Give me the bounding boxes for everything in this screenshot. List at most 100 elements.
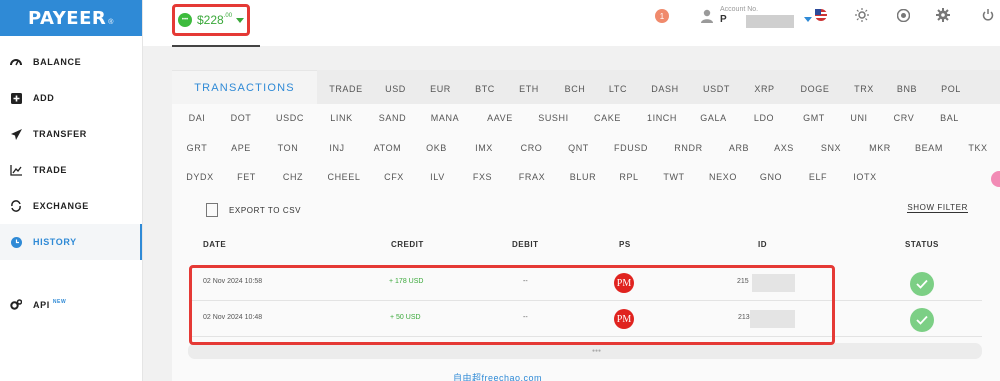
show-filter-link[interactable]: SHOW FILTER bbox=[907, 203, 968, 213]
tab-rpl[interactable]: RPL bbox=[608, 172, 650, 182]
logo[interactable]: PAYEER ® bbox=[0, 0, 142, 36]
tab-beam[interactable]: BEAM bbox=[904, 143, 954, 153]
sidebar-item-label: EXCHANGE bbox=[33, 201, 89, 211]
tab-1inch[interactable]: 1INCH bbox=[635, 113, 689, 123]
sidebar-item-label: TRANSFER bbox=[33, 129, 87, 139]
sidebar-item-exchange[interactable]: EXCHANGE bbox=[0, 188, 142, 224]
tab-cfx[interactable]: CFX bbox=[372, 172, 416, 182]
tab-ilv[interactable]: ILV bbox=[416, 172, 459, 182]
tab-trade[interactable]: TRADE bbox=[317, 84, 375, 94]
sidebar-item-transfer[interactable]: TRANSFER bbox=[0, 116, 142, 152]
tab-dot[interactable]: DOT bbox=[217, 113, 265, 123]
tab-dydx[interactable]: DYDX bbox=[177, 172, 223, 182]
tab-transactions[interactable]: TRANSACTIONS bbox=[172, 70, 317, 104]
tab-cheel[interactable]: CHEEL bbox=[316, 172, 372, 182]
tab-ape[interactable]: APE bbox=[217, 143, 265, 153]
currency-row-2: DAI DOT USDC LINK SAND MANA AAVE SUSHI C… bbox=[177, 106, 971, 130]
tab-elf[interactable]: ELF bbox=[794, 172, 842, 182]
tab-gno[interactable]: GNO bbox=[748, 172, 794, 182]
support-icon[interactable] bbox=[896, 8, 910, 22]
tab-tkx[interactable]: TKX bbox=[954, 143, 1000, 153]
sidebar-item-label: HISTORY bbox=[33, 237, 77, 247]
tab-doge[interactable]: DOGE bbox=[787, 84, 843, 94]
tab-btc[interactable]: BTC bbox=[465, 84, 505, 94]
tab-arb[interactable]: ARB bbox=[716, 143, 762, 153]
tab-ltc[interactable]: LTC bbox=[597, 84, 639, 94]
export-csv-button[interactable]: EXPORT TO CSV bbox=[206, 203, 301, 217]
tab-aave[interactable]: AAVE bbox=[473, 113, 527, 123]
tab-dash[interactable]: DASH bbox=[639, 84, 691, 94]
sidebar-item-api[interactable]: API NEW bbox=[0, 287, 142, 323]
account-menu[interactable]: Account No. P bbox=[700, 6, 813, 28]
tab-bnb[interactable]: BNB bbox=[885, 84, 929, 94]
tab-usd[interactable]: USD bbox=[375, 84, 416, 94]
header-id: ID bbox=[758, 240, 767, 249]
balance-amount: $228.00 bbox=[197, 13, 233, 27]
notification-badge[interactable]: 1 bbox=[655, 9, 669, 23]
tab-crv[interactable]: CRV bbox=[880, 113, 928, 123]
side-tab[interactable] bbox=[991, 171, 1000, 187]
tab-inj[interactable]: INJ bbox=[311, 143, 363, 153]
balance-underline bbox=[172, 45, 260, 47]
tab-xrp[interactable]: XRP bbox=[742, 84, 787, 94]
tab-cro[interactable]: CRO bbox=[507, 143, 556, 153]
tab-dai[interactable]: DAI bbox=[177, 113, 217, 123]
paper-plane-icon bbox=[10, 128, 22, 140]
tab-trx[interactable]: TRX bbox=[843, 84, 885, 94]
tab-ton[interactable]: TON bbox=[265, 143, 311, 153]
tab-sushi[interactable]: SUSHI bbox=[527, 113, 580, 123]
tab-axs[interactable]: AXS bbox=[762, 143, 806, 153]
plus-square-icon bbox=[10, 92, 22, 104]
tab-pol[interactable]: POL bbox=[929, 84, 973, 94]
tab-frax[interactable]: FRAX bbox=[506, 172, 558, 182]
tab-bch[interactable]: BCH bbox=[553, 84, 597, 94]
tab-fet[interactable]: FET bbox=[223, 172, 270, 182]
tab-mkr[interactable]: MKR bbox=[856, 143, 904, 153]
tab-imx[interactable]: IMX bbox=[461, 143, 507, 153]
tab-cake[interactable]: CAKE bbox=[580, 113, 635, 123]
tab-gala[interactable]: GALA bbox=[689, 113, 738, 123]
tab-snx[interactable]: SNX bbox=[806, 143, 856, 153]
tab-iotx[interactable]: IOTX bbox=[842, 172, 888, 182]
header-date: DATE bbox=[203, 240, 227, 249]
gauge-icon bbox=[10, 56, 22, 68]
tab-eur[interactable]: EUR bbox=[416, 84, 465, 94]
tab-usdc[interactable]: USDC bbox=[265, 113, 315, 123]
tab-link[interactable]: LINK bbox=[315, 113, 368, 123]
tab-blur[interactable]: BLUR bbox=[558, 172, 608, 182]
tab-grt[interactable]: GRT bbox=[177, 143, 217, 153]
tab-nexo[interactable]: NEXO bbox=[698, 172, 748, 182]
tab-usdt[interactable]: USDT bbox=[691, 84, 742, 94]
tab-fxs[interactable]: FXS bbox=[459, 172, 506, 182]
sidebar-item-add[interactable]: ADD bbox=[0, 80, 142, 116]
sidebar-item-history[interactable]: HISTORY bbox=[0, 224, 142, 260]
gear-icon[interactable] bbox=[936, 8, 950, 22]
tab-bal[interactable]: BAL bbox=[928, 113, 971, 123]
tab-rndr[interactable]: RNDR bbox=[661, 143, 716, 153]
balance-dropdown[interactable]: ••• $228.00 bbox=[172, 4, 250, 36]
sidebar-item-trade[interactable]: TRADE bbox=[0, 152, 142, 188]
watermark: 自由超freechao.com bbox=[453, 373, 543, 381]
sun-icon[interactable] bbox=[855, 8, 869, 22]
table-header: DATE CREDIT DEBIT PS ID STATUS bbox=[172, 240, 1000, 254]
tab-sand[interactable]: SAND bbox=[368, 113, 417, 123]
check-icon bbox=[910, 272, 934, 296]
sidebar-item-balance[interactable]: BALANCE bbox=[0, 44, 142, 80]
tab-atom[interactable]: ATOM bbox=[363, 143, 412, 153]
tab-twt[interactable]: TWT bbox=[650, 172, 698, 182]
highlight-box bbox=[189, 265, 835, 345]
horizontal-scrollbar[interactable]: ●●● bbox=[188, 343, 982, 359]
tab-mana[interactable]: MANA bbox=[417, 113, 473, 123]
us-flag-icon[interactable] bbox=[814, 8, 828, 22]
brand-name: PAYEER bbox=[28, 7, 107, 29]
sidebar-item-label: BALANCE bbox=[33, 57, 82, 67]
tab-fdusd[interactable]: FDUSD bbox=[601, 143, 661, 153]
tab-gmt[interactable]: GMT bbox=[790, 113, 838, 123]
tab-uni[interactable]: UNI bbox=[838, 113, 880, 123]
tab-chz[interactable]: CHZ bbox=[270, 172, 316, 182]
tab-qnt[interactable]: QNT bbox=[556, 143, 601, 153]
power-icon[interactable] bbox=[981, 8, 995, 22]
tab-ldo[interactable]: LDO bbox=[738, 113, 790, 123]
tab-eth[interactable]: ETH bbox=[505, 84, 553, 94]
tab-okb[interactable]: OKB bbox=[412, 143, 461, 153]
